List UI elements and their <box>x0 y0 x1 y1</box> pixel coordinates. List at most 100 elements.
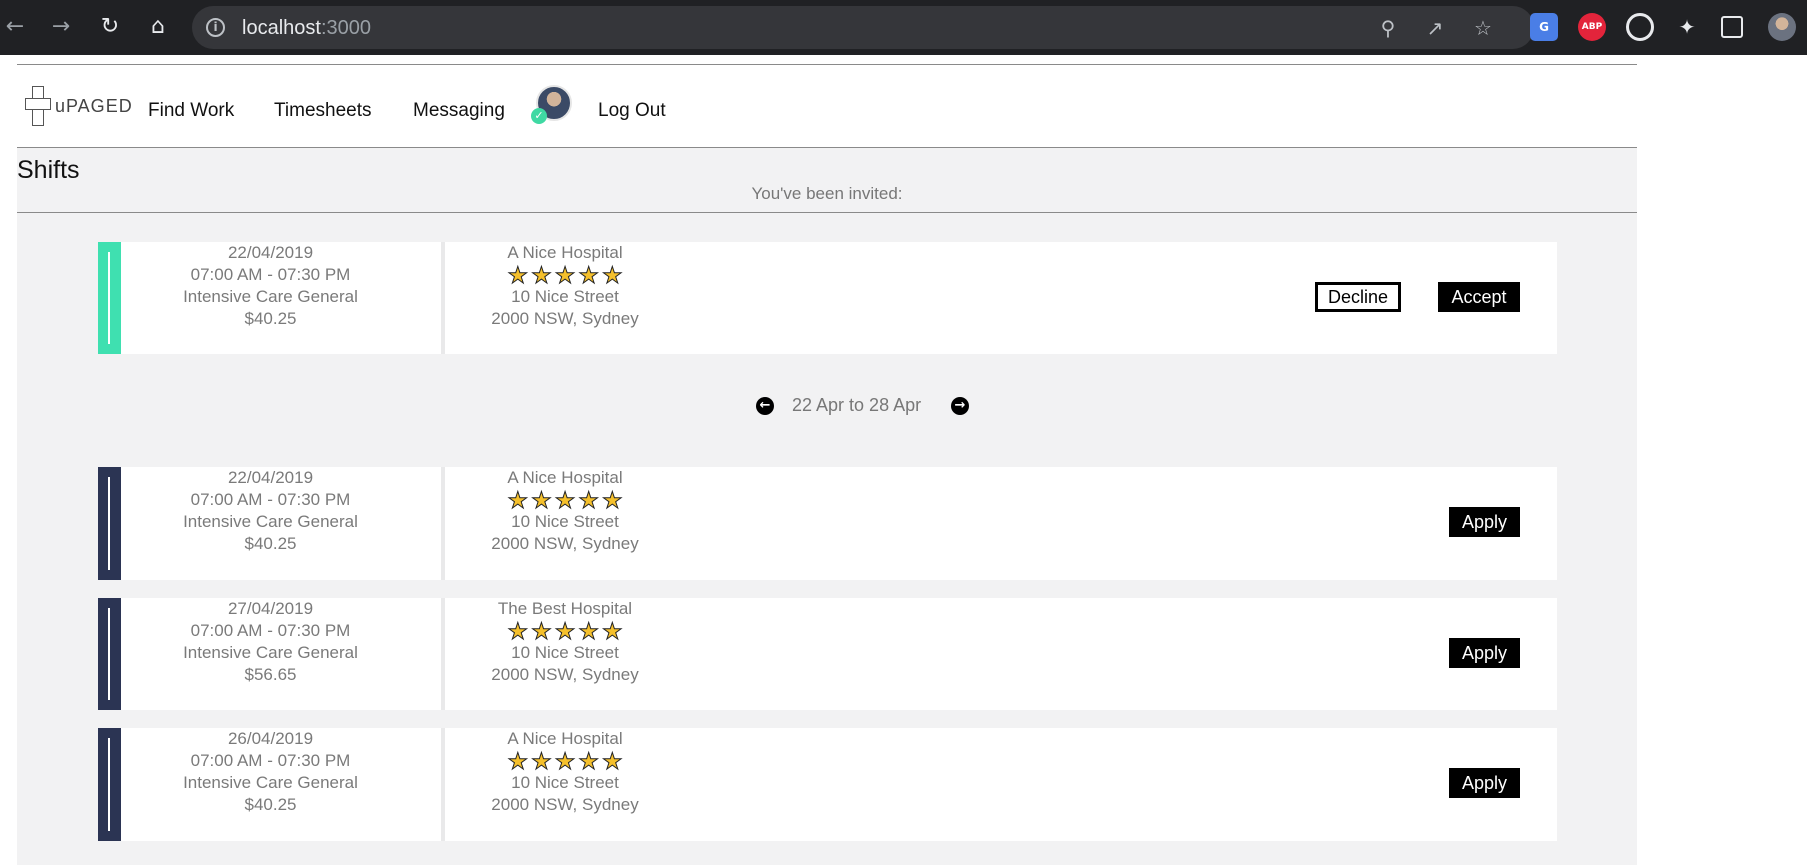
star-icon: ★ <box>578 262 600 288</box>
shift-date: 22/04/2019 <box>227 243 314 262</box>
star-icon: ★ <box>601 748 623 774</box>
star-icon: ★ <box>601 618 623 644</box>
reload-icon[interactable]: ↻ <box>95 12 125 42</box>
hospital-city: 2000 NSW, Sydney <box>491 665 639 684</box>
available-shift-card: 22/04/2019 07:00 AM - 07:30 PM Intensive… <box>98 467 1557 580</box>
nav-messaging[interactable]: Messaging <box>413 100 505 122</box>
shift-time: 07:00 AM - 07:30 PM <box>190 621 351 640</box>
shifts-panel: Shifts You've been invited: 22/04/2019 0… <box>17 148 1637 865</box>
hospital-street: 10 Nice Street <box>511 287 619 306</box>
google-translate-icon[interactable]: G <box>1530 13 1558 41</box>
star-icon: ★ <box>554 618 576 644</box>
hospital-details: A Nice Hospital ★ ★ ★ ★ ★ 10 Nice Street 200… <box>445 467 685 555</box>
star-icon: ★ <box>601 262 623 288</box>
shift-rate: $56.65 <box>244 665 297 684</box>
hospital-name: A Nice Hospital <box>507 468 623 487</box>
share-icon[interactable]: ↗ <box>1422 15 1448 41</box>
shift-time: 07:00 AM - 07:30 PM <box>190 265 351 284</box>
hospital-rating: ★ ★ ★ ★ ★ <box>445 618 685 644</box>
invited-shift-card: 22/04/2019 07:00 AM - 07:30 PM Intensive… <box>98 242 1557 354</box>
star-icon: ★ <box>507 262 529 288</box>
shift-department: Intensive Care General <box>183 773 358 792</box>
hospital-name: A Nice Hospital <box>507 729 623 748</box>
hospital-rating: ★ ★ ★ ★ ★ <box>445 748 685 774</box>
shift-date: 27/04/2019 <box>227 599 314 618</box>
hospital-city: 2000 NSW, Sydney <box>491 309 639 328</box>
nav-find-work[interactable]: Find Work <box>148 100 234 122</box>
shift-details: 27/04/2019 07:00 AM - 07:30 PM Intensive… <box>121 598 420 686</box>
available-shift-card: 27/04/2019 07:00 AM - 07:30 PM Intensive… <box>98 598 1557 710</box>
shift-status-strip <box>98 728 121 841</box>
shift-time: 07:00 AM - 07:30 PM <box>190 751 351 770</box>
home-icon[interactable]: ⌂ <box>143 12 173 42</box>
hospital-details: The Best Hospital ★ ★ ★ ★ ★ 10 Nice Street 2… <box>445 598 685 686</box>
profile-avatar-icon[interactable] <box>1768 13 1796 41</box>
brand-name: uPAGED <box>55 95 133 116</box>
zoom-icon[interactable]: ⚲ <box>1375 15 1401 41</box>
star-icon: ★ <box>531 262 553 288</box>
week-navigator: ← 22 Apr to 28 Apr → <box>17 391 1637 421</box>
previous-week-icon[interactable]: ← <box>756 397 774 415</box>
next-week-icon[interactable]: → <box>951 397 969 415</box>
shift-time: 07:00 AM - 07:30 PM <box>190 490 351 509</box>
shift-details: 22/04/2019 07:00 AM - 07:30 PM Intensive… <box>121 467 420 555</box>
puzzle-extensions-icon[interactable]: ✦ <box>1673 13 1701 41</box>
shift-department: Intensive Care General <box>183 287 358 306</box>
star-icon: ★ <box>507 748 529 774</box>
target-extension-icon[interactable] <box>1626 13 1654 41</box>
apply-button[interactable]: Apply <box>1449 768 1520 798</box>
shift-date: 26/04/2019 <box>227 729 314 748</box>
star-icon: ★ <box>531 487 553 513</box>
hospital-street: 10 Nice Street <box>511 773 619 792</box>
nav-timesheets[interactable]: Timesheets <box>274 100 372 122</box>
shift-rate: $40.25 <box>244 795 297 814</box>
shift-status-strip <box>98 242 121 354</box>
hospital-rating: ★ ★ ★ ★ ★ <box>445 487 685 513</box>
forward-arrow-icon[interactable]: → <box>46 12 76 42</box>
hospital-details: A Nice Hospital ★ ★ ★ ★ ★ 10 Nice Street 200… <box>445 728 685 816</box>
side-panel-icon[interactable] <box>1721 16 1743 38</box>
hospital-city: 2000 NSW, Sydney <box>491 795 639 814</box>
star-icon: ★ <box>578 748 600 774</box>
url-text[interactable]: localhost:3000 <box>242 17 371 40</box>
star-icon: ★ <box>531 748 553 774</box>
decline-button[interactable]: Decline <box>1315 282 1401 312</box>
verified-check-icon: ✓ <box>531 108 547 124</box>
hospital-details: A Nice Hospital ★ ★ ★ ★ ★ 10 Nice Street 200… <box>445 242 685 330</box>
available-shift-card: 26/04/2019 07:00 AM - 07:30 PM Intensive… <box>98 728 1557 841</box>
page-title: Shifts <box>17 156 80 184</box>
shift-rate: $40.25 <box>244 309 297 328</box>
apply-button[interactable]: Apply <box>1449 638 1520 668</box>
hospital-rating: ★ ★ ★ ★ ★ <box>445 262 685 288</box>
week-range: 22 Apr to 28 Apr <box>792 395 922 415</box>
hospital-city: 2000 NSW, Sydney <box>491 534 639 553</box>
adblock-plus-icon[interactable]: ABP <box>1578 13 1606 41</box>
shift-rate: $40.25 <box>244 534 297 553</box>
star-icon: ★ <box>507 487 529 513</box>
hospital-name: The Best Hospital <box>497 599 633 618</box>
star-icon: ★ <box>507 618 529 644</box>
apply-button[interactable]: Apply <box>1449 507 1520 537</box>
site-navbar: uPAGED Find Work Timesheets Messaging ✓ … <box>17 65 1637 147</box>
back-arrow-icon[interactable]: ← <box>0 12 30 42</box>
shift-status-strip <box>98 467 121 580</box>
hospital-street: 10 Nice Street <box>511 512 619 531</box>
upaged-logo[interactable]: uPAGED <box>25 85 133 127</box>
star-icon: ★ <box>554 487 576 513</box>
star-icon: ★ <box>554 748 576 774</box>
star-icon: ★ <box>578 487 600 513</box>
star-icon: ★ <box>578 618 600 644</box>
bookmark-star-icon[interactable]: ☆ <box>1470 15 1496 41</box>
nav-log-out[interactable]: Log Out <box>598 100 666 122</box>
invited-heading: You've been invited: <box>751 184 903 203</box>
star-icon: ★ <box>601 487 623 513</box>
medical-cross-icon <box>25 86 51 126</box>
hospital-name: A Nice Hospital <box>507 243 623 262</box>
shift-details: 22/04/2019 07:00 AM - 07:30 PM Intensive… <box>121 242 420 330</box>
accept-button[interactable]: Accept <box>1438 282 1520 312</box>
browser-toolbar: ← → ↻ ⌂ i localhost:3000 ⚲ ↗ ☆ G ABP ✦ <box>0 0 1807 55</box>
site-info-icon[interactable]: i <box>206 18 225 37</box>
address-bar[interactable]: i localhost:3000 ⚲ ↗ ☆ <box>192 6 1534 49</box>
shift-date: 22/04/2019 <box>227 468 314 487</box>
star-icon: ★ <box>531 618 553 644</box>
